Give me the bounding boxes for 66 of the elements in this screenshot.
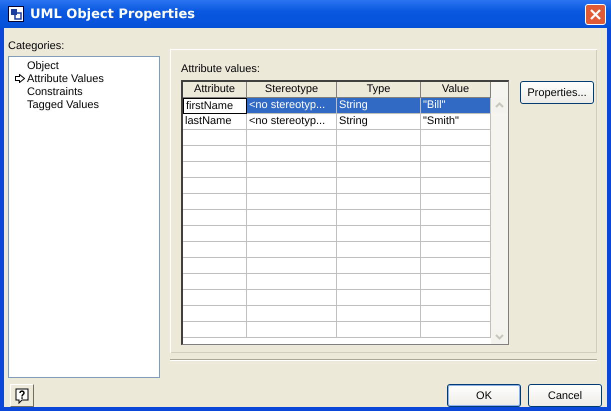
empty-cell[interactable] <box>183 322 247 338</box>
cancel-button[interactable]: Cancel <box>528 384 602 407</box>
table-cell[interactable]: String <box>337 114 421 130</box>
column-header[interactable]: Stereotype <box>247 82 337 98</box>
window-title: UML Object Properties <box>30 6 196 22</box>
category-item[interactable]: Constraints <box>27 86 83 98</box>
empty-cell[interactable] <box>183 306 247 322</box>
categories-label: Categories: <box>8 40 66 52</box>
empty-cell[interactable] <box>337 130 421 146</box>
empty-cell[interactable] <box>247 178 337 194</box>
category-item[interactable]: Attribute Values <box>27 72 104 84</box>
empty-cell[interactable] <box>247 162 337 178</box>
empty-cell[interactable] <box>337 226 421 242</box>
empty-cell[interactable] <box>337 242 421 258</box>
empty-cell[interactable] <box>183 146 247 162</box>
empty-cell[interactable] <box>247 226 337 242</box>
column-header[interactable]: Type <box>337 82 421 98</box>
empty-cell[interactable] <box>337 274 421 290</box>
empty-cell[interactable] <box>247 194 337 210</box>
empty-cell[interactable] <box>247 146 337 162</box>
table-cell[interactable]: <no stereotyp... <box>247 98 337 114</box>
category-item[interactable]: Object <box>27 60 59 72</box>
empty-cell[interactable] <box>247 242 337 258</box>
empty-cell[interactable] <box>247 210 337 226</box>
empty-cell[interactable] <box>247 290 337 306</box>
empty-cell[interactable] <box>183 242 247 258</box>
empty-cell[interactable] <box>337 322 421 338</box>
table-cell[interactable]: "Bill" <box>421 98 491 114</box>
empty-cell[interactable] <box>337 210 421 226</box>
table-cell[interactable]: <no stereotyp... <box>247 114 337 130</box>
column-header[interactable]: Attribute <box>183 82 247 98</box>
empty-cell[interactable] <box>337 194 421 210</box>
table-cell[interactable]: firstName <box>183 98 247 114</box>
empty-cell[interactable] <box>247 306 337 322</box>
empty-cell[interactable] <box>183 130 247 146</box>
empty-cell[interactable] <box>183 210 247 226</box>
empty-cell[interactable] <box>337 306 421 322</box>
table-cell[interactable]: lastName <box>183 114 247 130</box>
empty-cell[interactable] <box>183 258 247 274</box>
properties-button[interactable]: Properties... <box>520 81 594 104</box>
column-header[interactable]: Value <box>421 82 491 98</box>
empty-cell[interactable] <box>337 162 421 178</box>
empty-cell[interactable] <box>337 258 421 274</box>
empty-cell[interactable] <box>337 290 421 306</box>
empty-cell[interactable] <box>247 258 337 274</box>
close-button[interactable] <box>585 4 606 24</box>
close-icon <box>590 8 601 20</box>
empty-cell[interactable] <box>247 274 337 290</box>
empty-cell[interactable] <box>337 178 421 194</box>
empty-cell[interactable] <box>183 290 247 306</box>
help-icon <box>14 388 30 404</box>
app-icon <box>8 6 24 22</box>
empty-cell[interactable] <box>247 130 337 146</box>
empty-cell[interactable] <box>183 274 247 290</box>
table-cell[interactable]: String <box>337 98 421 114</box>
empty-cell[interactable] <box>337 146 421 162</box>
scrollbar[interactable] <box>491 82 508 344</box>
empty-cell[interactable] <box>183 162 247 178</box>
empty-cell[interactable] <box>247 322 337 338</box>
empty-cell[interactable] <box>183 178 247 194</box>
empty-cell[interactable] <box>183 194 247 210</box>
attribute-values-label: Attribute values: <box>181 63 261 75</box>
category-item[interactable]: Tagged Values <box>27 98 99 110</box>
help-button[interactable] <box>10 384 34 407</box>
ok-button[interactable]: OK <box>447 384 521 407</box>
empty-cell[interactable] <box>183 226 247 242</box>
